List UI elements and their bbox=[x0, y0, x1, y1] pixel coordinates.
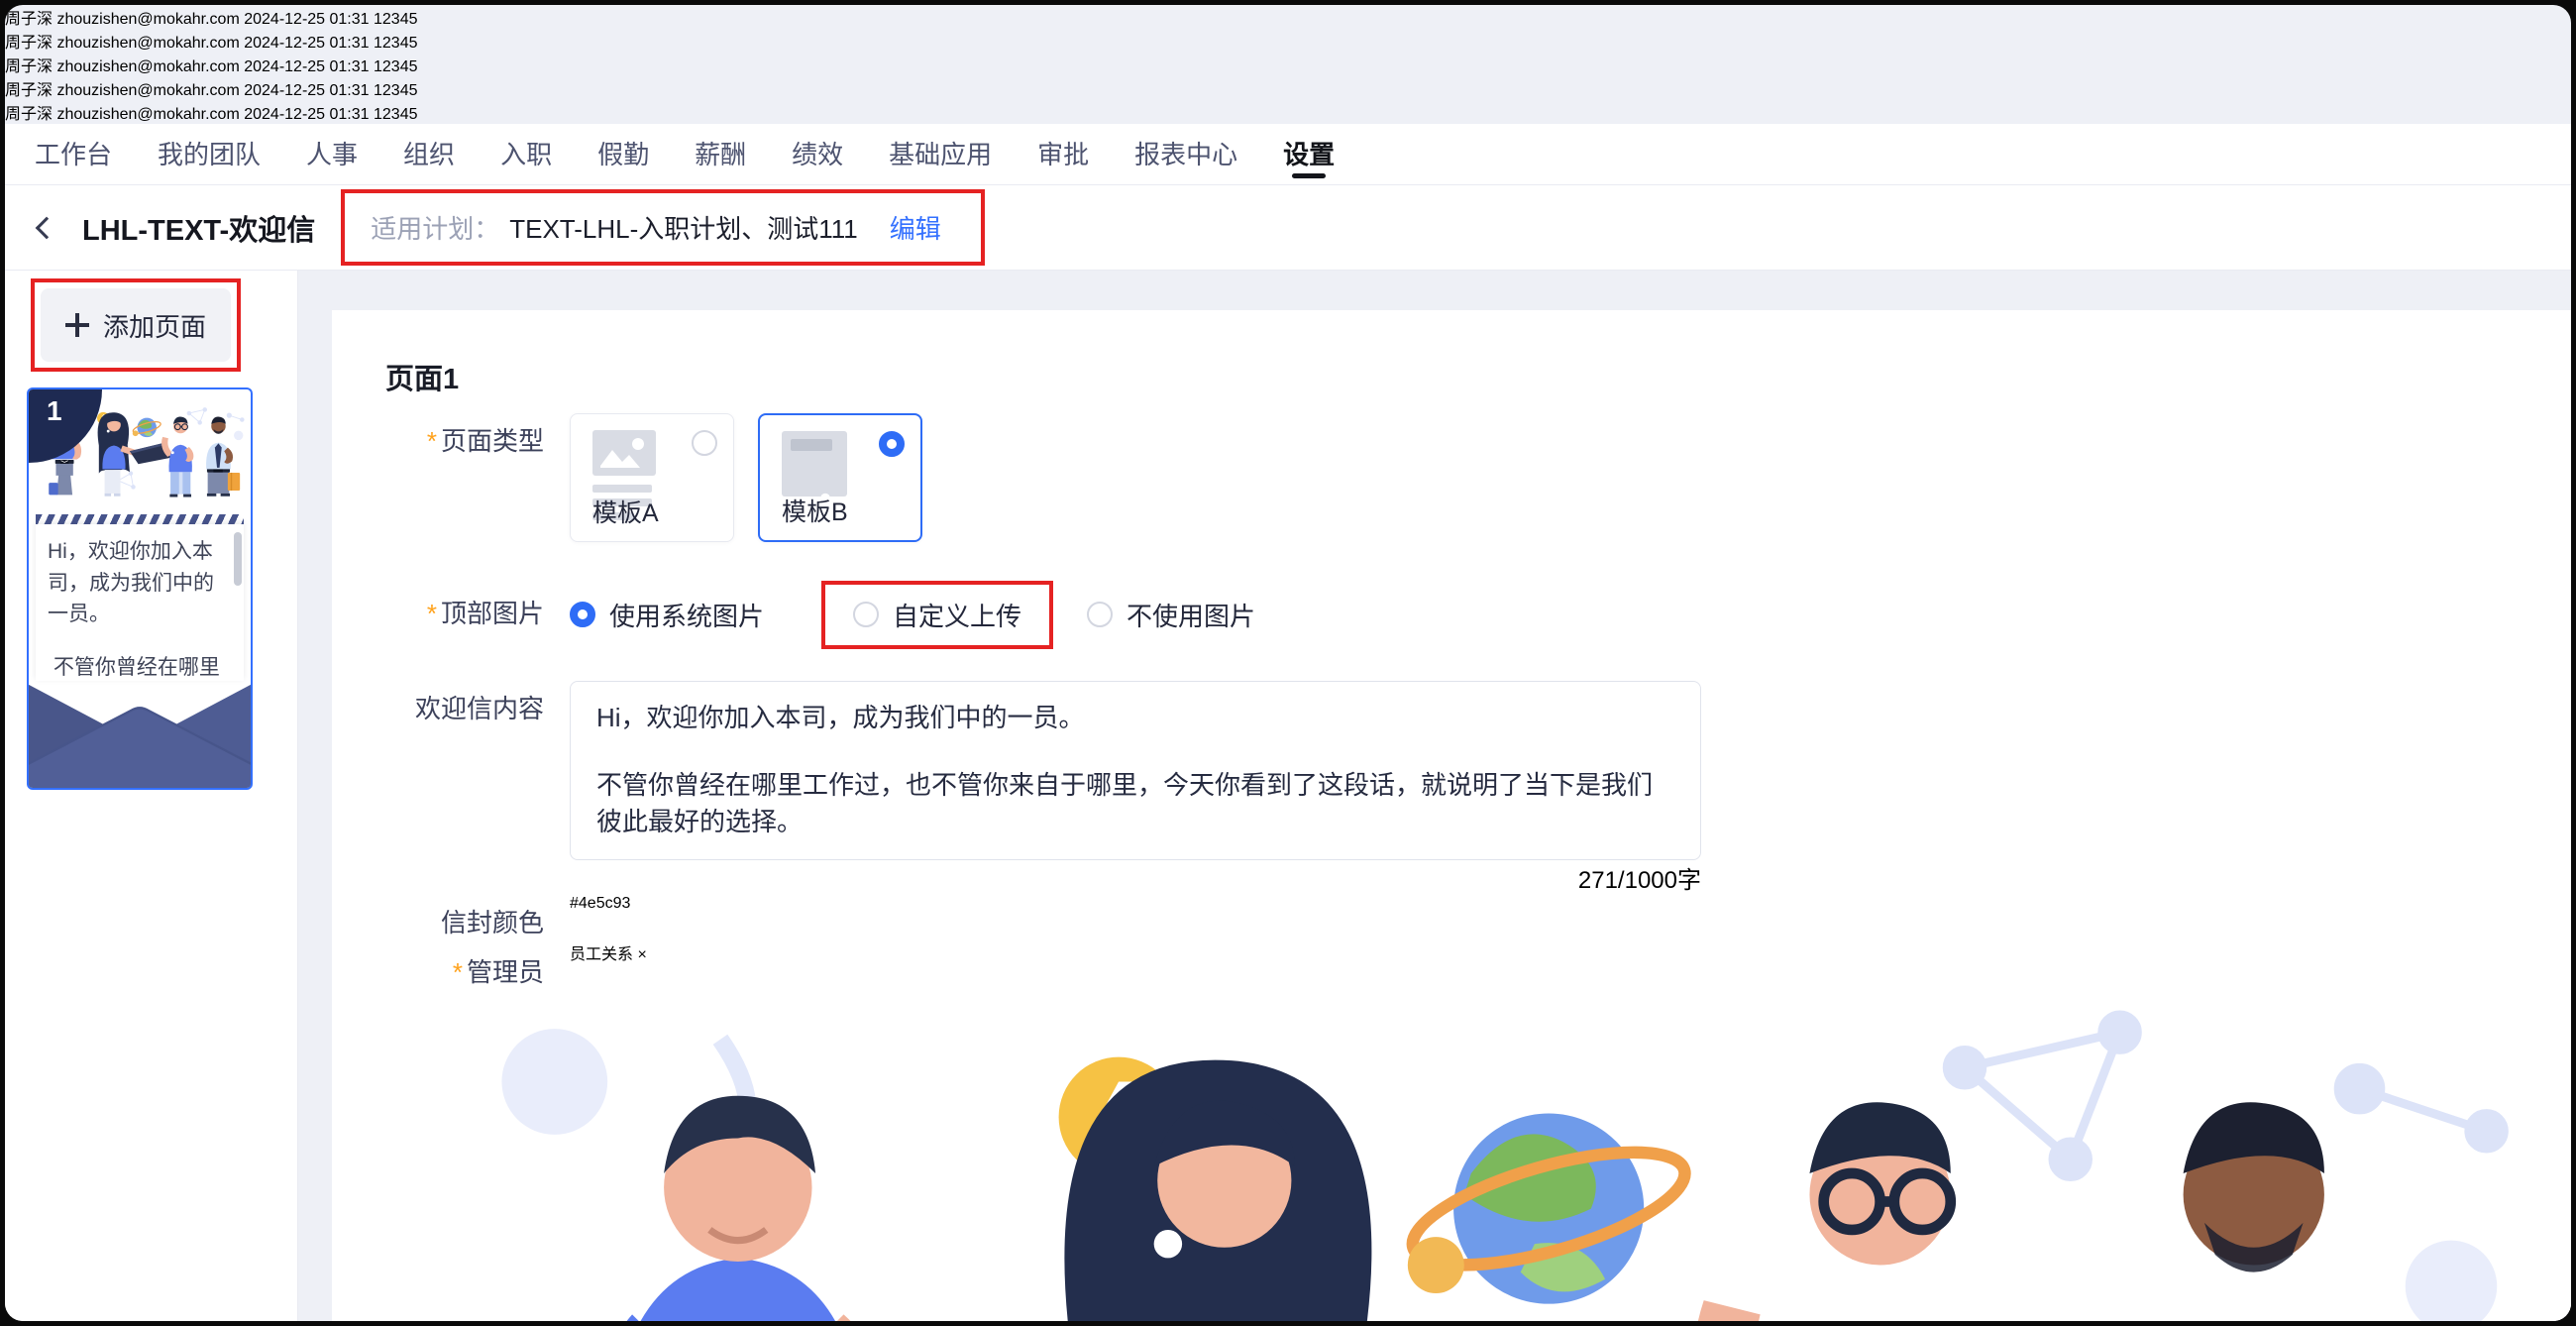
radio-custom-upload[interactable]: 自定义上传 bbox=[853, 597, 1021, 633]
template-a-card[interactable]: 模板A bbox=[570, 413, 734, 542]
annotation-box-add-page: 添加页面 bbox=[31, 278, 241, 372]
watermark: 周子深 zhouzishen@mokahr.com 2024-12-25 01:… bbox=[5, 106, 418, 123]
admin-tag-label: 员工关系 bbox=[570, 945, 634, 963]
letter-content-label: 欢迎信内容 bbox=[414, 694, 544, 723]
admin-select[interactable]: 员工关系 × bbox=[570, 940, 647, 964]
radio-no-image[interactable]: 不使用图片 bbox=[1087, 597, 1255, 633]
nav-item-payroll[interactable]: 薪酬 bbox=[695, 124, 746, 185]
radio-off-icon bbox=[1087, 602, 1114, 627]
top-image-label: * 顶部图片 bbox=[426, 599, 544, 629]
app-window: 周子深 zhouzishen@mokahr.com 2024-12-25 01:… bbox=[5, 5, 2571, 1321]
nav-item-org[interactable]: 组织 bbox=[403, 124, 455, 185]
top-image-options: 使用系统图片 自定义上传 不使用图片 bbox=[570, 580, 1313, 649]
template-b-image-placeholder-icon bbox=[782, 431, 847, 497]
radio-on-icon bbox=[570, 602, 595, 627]
edit-plan-link[interactable]: 编辑 bbox=[890, 209, 941, 246]
plan-label: 适用计划： bbox=[371, 214, 500, 244]
page-type-row: * 页面类型 模板A 模板B bbox=[385, 413, 2571, 542]
page-settings-panel: 页面1 * 页面类型 模板A 模板B * 顶部图片 使用系统图片 自定义上传 不… bbox=[332, 310, 2571, 1321]
admin-row: * 管理员 员工关系 × bbox=[385, 940, 2571, 990]
letter-content-textarea[interactable]: Hi，欢迎你加入本司，成为我们中的一员。 不管你曾经在哪里工作过，也不管你来自于… bbox=[570, 681, 1701, 861]
template-b-label: 模板B bbox=[782, 498, 848, 526]
section-title: 页面1 bbox=[385, 364, 460, 395]
nav-item-my-team[interactable]: 我的团队 bbox=[158, 124, 261, 185]
char-counter: 271/1000字 bbox=[1577, 867, 1701, 895]
radio-no-image-label: 不使用图片 bbox=[1127, 601, 1256, 631]
thumbnail-letter-text: Hi，欢迎你加入本司，成为我们中的一员。 不管你曾经在哪里工作过，也不管你来自于… bbox=[36, 524, 244, 681]
page-number: 1 bbox=[47, 395, 62, 426]
page-thumbnail-1[interactable]: Hi，欢迎你加入本司，成为我们中的一员。 不管你曾经在哪里工作过，也不管你来自于… bbox=[27, 387, 253, 790]
nav-item-hr[interactable]: 人事 bbox=[306, 124, 358, 185]
thumbnail-letter-p2: 不管你曾经在哪里工作过，也不管你来自于哪里，今天你看到了这段话，就说明了当下是我… bbox=[53, 655, 220, 679]
required-asterisk: * bbox=[452, 956, 463, 987]
back-chevron-icon[interactable] bbox=[35, 216, 58, 239]
color-hex-value[interactable]: #4e5c93 bbox=[570, 895, 630, 913]
letter-content-p1: Hi，欢迎你加入本司，成为我们中的一员。 bbox=[596, 703, 1085, 732]
annotation-box-plan: 适用计划： TEXT-LHL-入职计划、测试111 编辑 bbox=[341, 189, 985, 266]
required-asterisk: * bbox=[426, 426, 437, 456]
plan-value: TEXT-LHL-入职计划、测试111 bbox=[509, 214, 858, 244]
nav-item-settings[interactable]: 设置 bbox=[1283, 124, 1335, 185]
thumbnail-letter-p1: Hi，欢迎你加入本司，成为我们中的一员。 bbox=[48, 540, 214, 625]
envelope-color-row: 信封颜色 #4e5c93 bbox=[385, 895, 2571, 940]
annotation-box-custom-upload: 自定义上传 bbox=[821, 580, 1054, 649]
pages-sidebar: 添加页面 Hi，欢迎你加入本司，成为我们中的一员。 不管你曾经在哪里工作过，也不… bbox=[5, 271, 298, 1321]
thumbnail-hatch-divider bbox=[36, 514, 244, 524]
radio-custom-upload-label: 自定义上传 bbox=[893, 601, 1022, 631]
page-title: LHL-TEXT-欢迎信 bbox=[82, 214, 316, 247]
radio-system-image-label: 使用系统图片 bbox=[609, 601, 765, 631]
thumbnail-scrollbar[interactable] bbox=[234, 532, 242, 586]
add-page-button[interactable]: 添加页面 bbox=[41, 288, 231, 362]
template-a-image-placeholder-icon bbox=[592, 430, 656, 476]
plus-icon bbox=[64, 313, 89, 337]
template-b-radio[interactable] bbox=[879, 431, 905, 457]
watermark: 周子深 zhouzishen@mokahr.com 2024-12-25 01:… bbox=[5, 11, 418, 28]
watermark: 周子深 zhouzishen@mokahr.com 2024-12-25 01:… bbox=[5, 58, 418, 75]
nav-item-onboarding[interactable]: 入职 bbox=[500, 124, 552, 185]
letter-content-row: 欢迎信内容 Hi，欢迎你加入本司，成为我们中的一员。 不管你曾经在哪里工作过，也… bbox=[385, 681, 2571, 895]
template-a-radio[interactable] bbox=[692, 430, 717, 456]
envelope-color-label: 信封颜色 bbox=[440, 908, 544, 939]
page-type-label: * 页面类型 bbox=[426, 426, 544, 456]
template-a-label: 模板A bbox=[592, 499, 659, 527]
nav-item-basic-apps[interactable]: 基础应用 bbox=[889, 124, 992, 185]
radio-system-image[interactable]: 使用系统图片 bbox=[570, 597, 764, 633]
add-page-label: 添加页面 bbox=[102, 311, 206, 342]
nav-item-workbench[interactable]: 工作台 bbox=[35, 124, 112, 185]
main-area: 页面1 * 页面类型 模板A 模板B * 顶部图片 使用系统图片 自定义上传 不… bbox=[298, 271, 2571, 1321]
watermark: 周子深 zhouzishen@mokahr.com 2024-12-25 01:… bbox=[5, 35, 418, 52]
thumbnail-envelope bbox=[29, 683, 251, 788]
template-b-card[interactable]: 模板B bbox=[758, 413, 922, 542]
preview-illustration bbox=[385, 990, 2571, 1321]
tag-remove-icon[interactable]: × bbox=[637, 946, 646, 963]
radio-off-icon bbox=[853, 602, 880, 627]
nav-item-reports[interactable]: 报表中心 bbox=[1134, 124, 1237, 185]
letter-content-p2: 不管你曾经在哪里工作过，也不管你来自于哪里，今天你看到了这段话，就说明了当下是我… bbox=[596, 769, 1654, 837]
admin-label: * 管理员 bbox=[452, 956, 544, 987]
top-nav: 工作台 我的团队 人事 组织 入职 假勤 薪酬 绩效 基础应用 审批 报表中心 … bbox=[5, 124, 2571, 185]
nav-item-attendance[interactable]: 假勤 bbox=[597, 124, 649, 185]
page-toolbar: LHL-TEXT-欢迎信 适用计划： TEXT-LHL-入职计划、测试111 编… bbox=[5, 185, 2571, 271]
nav-item-performance[interactable]: 绩效 bbox=[792, 124, 843, 185]
required-asterisk: * bbox=[426, 599, 437, 629]
top-image-row: * 顶部图片 使用系统图片 自定义上传 不使用图片 bbox=[385, 580, 2571, 649]
letter-preview-card: Hi，欢迎你加入本司，成为我们中的一员。 不管你曾经在哪里工作过，也不管你来自于… bbox=[385, 990, 2571, 1321]
admin-tag[interactable]: 员工关系 × bbox=[570, 946, 647, 963]
watermark: 周子深 zhouzishen@mokahr.com 2024-12-25 01:… bbox=[5, 82, 418, 99]
nav-item-approval[interactable]: 审批 bbox=[1037, 124, 1089, 185]
